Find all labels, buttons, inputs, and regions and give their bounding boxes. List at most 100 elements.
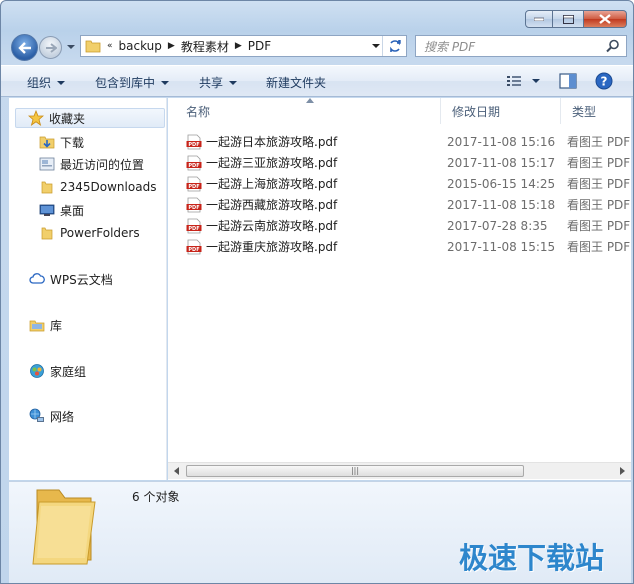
minimize-icon xyxy=(534,17,544,21)
table-row[interactable]: PDF 一起游日本旅游攻略.pdf 2017-11-08 15:16 看图王 PD… xyxy=(168,131,631,152)
file-list: 名称 修改日期 类型 PDF 一起游日本旅游攻略.pdf 2017-11-08 1… xyxy=(168,98,631,480)
chevron-down-icon xyxy=(532,79,540,83)
table-row[interactable]: PDF 一起游三亚旅游攻略.pdf 2017-11-08 15:17 看图王 PD… xyxy=(168,152,631,173)
address-dropdown-icon[interactable] xyxy=(372,42,380,50)
share-button[interactable]: 共享 xyxy=(199,74,238,91)
network-icon xyxy=(29,408,45,424)
table-row[interactable]: PDF 一起游云南旅游攻略.pdf 2017-07-28 8:35 看图王 PDF xyxy=(168,215,631,236)
pdf-badge-text: PDF xyxy=(188,247,199,253)
file-name: 一起游日本旅游攻略.pdf xyxy=(206,135,338,149)
help-button[interactable]: ? xyxy=(595,72,613,90)
horizontal-scrollbar[interactable]: ||| xyxy=(168,462,631,479)
forward-button[interactable] xyxy=(39,36,62,59)
breadcrumb-separator-icon[interactable]: ▶ xyxy=(166,41,177,51)
file-type: 看图王 PDF xyxy=(567,156,631,170)
organize-label: 组织 xyxy=(27,76,52,90)
breadcrumb-tutorial-materials[interactable]: 教程素材 xyxy=(177,36,233,56)
file-date: 2015-06-15 14:25 xyxy=(447,176,556,191)
pdf-file-icon: PDF xyxy=(186,239,202,255)
pdf-file-icon: PDF xyxy=(186,155,202,171)
breadcrumb-backup[interactable]: backup xyxy=(115,36,166,56)
column-header-date[interactable]: 修改日期 xyxy=(441,98,561,124)
address-bar[interactable]: « backup ▶ 教程素材 ▶ PDF xyxy=(80,35,407,57)
file-type: 看图王 PDF xyxy=(567,198,631,212)
column-header-type-label: 类型 xyxy=(572,104,597,119)
library-icon xyxy=(29,317,45,333)
nav-wps-cloud-label: WPS云文档 xyxy=(50,272,113,287)
file-date: 2017-11-08 15:17 xyxy=(447,155,556,170)
command-bar: 组织 包含到库中 共享 新建文件夹 ? xyxy=(1,65,633,97)
breadcrumb-separator-icon[interactable]: ▶ xyxy=(233,41,244,51)
change-view-button[interactable] xyxy=(506,74,540,88)
nav-favorites[interactable]: 收藏夹 xyxy=(15,108,165,128)
file-name: 一起游云南旅游攻略.pdf xyxy=(206,219,338,233)
recent-pages-dropdown-icon[interactable] xyxy=(65,42,77,52)
share-label: 共享 xyxy=(199,76,224,90)
refresh-button[interactable] xyxy=(382,36,406,56)
new-folder-button[interactable]: 新建文件夹 xyxy=(266,74,326,91)
breadcrumb-pdf[interactable]: PDF xyxy=(244,36,275,56)
file-name: 一起游三亚旅游攻略.pdf xyxy=(206,156,338,170)
chevron-down-icon xyxy=(57,80,66,85)
pdf-badge-text: PDF xyxy=(188,205,199,211)
star-icon xyxy=(28,110,44,126)
nav-powerfolders[interactable]: PowerFolders xyxy=(39,223,140,243)
table-row[interactable]: PDF 一起游西藏旅游攻略.pdf 2017-11-08 15:18 看图王 PD… xyxy=(168,194,631,215)
table-row[interactable]: PDF 一起游重庆旅游攻略.pdf 2017-11-08 15:15 看图王 PD… xyxy=(168,236,631,257)
chevron-down-icon xyxy=(161,80,170,85)
nav-network-label: 网络 xyxy=(50,409,75,424)
maximize-button[interactable] xyxy=(553,10,584,28)
pdf-file-icon: PDF xyxy=(186,176,202,192)
file-date: 2017-11-08 15:18 xyxy=(447,197,556,212)
new-folder-label: 新建文件夹 xyxy=(266,76,327,90)
nav-wps-cloud[interactable]: WPS云文档 xyxy=(29,269,113,289)
preview-pane-button[interactable] xyxy=(559,73,577,89)
nav-downloads[interactable]: 下载 xyxy=(39,132,84,152)
file-name: 一起游西藏旅游攻略.pdf xyxy=(206,198,338,212)
cloud-icon xyxy=(29,271,45,287)
folder-icon xyxy=(39,179,55,195)
nav-library[interactable]: 库 xyxy=(29,315,62,335)
file-type: 看图王 PDF xyxy=(567,135,631,149)
pdf-badge-text: PDF xyxy=(188,163,199,169)
pdf-badge-text: PDF xyxy=(188,226,199,232)
recent-places-icon xyxy=(39,156,55,172)
column-header-type[interactable]: 类型 xyxy=(561,98,631,124)
include-in-library-label: 包含到库中 xyxy=(95,76,156,90)
nav-homegroup-label: 家庭组 xyxy=(50,364,87,379)
nav-library-label: 库 xyxy=(50,318,63,333)
nav-recent-places[interactable]: 最近访问的位置 xyxy=(39,154,144,174)
nav-desktop[interactable]: 桌面 xyxy=(39,200,84,220)
refresh-icon xyxy=(389,40,401,52)
include-in-library-button[interactable]: 包含到库中 xyxy=(95,74,170,91)
search-input[interactable]: 搜索 PDF xyxy=(415,35,627,57)
organize-button[interactable]: 组织 xyxy=(27,74,66,91)
back-button[interactable] xyxy=(11,34,38,61)
scroll-left-icon[interactable] xyxy=(174,467,179,475)
item-count: 6 个对象 xyxy=(132,490,180,504)
file-date: 2017-11-08 15:16 xyxy=(447,134,556,149)
arrow-right-icon xyxy=(45,42,57,53)
scroll-right-icon[interactable] xyxy=(620,467,625,475)
breadcrumb-overflow[interactable]: « xyxy=(105,41,115,51)
homegroup-icon xyxy=(29,363,45,379)
nav-2345downloads[interactable]: 2345Downloads xyxy=(39,177,156,197)
column-header-name[interactable]: 名称 xyxy=(175,98,441,124)
nav-network[interactable]: 网络 xyxy=(29,406,74,426)
pdf-badge-text: PDF xyxy=(188,184,199,190)
preview-pane-icon xyxy=(559,73,577,89)
explorer-window: « backup ▶ 教程素材 ▶ PDF 搜索 PDF 组织 包含到库中 共享… xyxy=(0,0,634,584)
maximize-icon xyxy=(562,14,574,24)
pdf-file-icon: PDF xyxy=(186,218,202,234)
pdf-file-icon: PDF xyxy=(186,197,202,213)
file-name: 一起游重庆旅游攻略.pdf xyxy=(206,240,338,254)
minimize-button[interactable] xyxy=(525,10,553,28)
nav-homegroup[interactable]: 家庭组 xyxy=(29,361,86,381)
scrollbar-thumb[interactable]: ||| xyxy=(186,465,524,477)
caption-buttons xyxy=(525,10,627,28)
file-date: 2017-07-28 8:35 xyxy=(447,218,548,233)
search-icon xyxy=(606,39,619,53)
close-button[interactable] xyxy=(584,10,627,28)
table-row[interactable]: PDF 一起游上海旅游攻略.pdf 2015-06-15 14:25 看图王 PD… xyxy=(168,173,631,194)
nav-desktop-label: 桌面 xyxy=(60,203,85,218)
